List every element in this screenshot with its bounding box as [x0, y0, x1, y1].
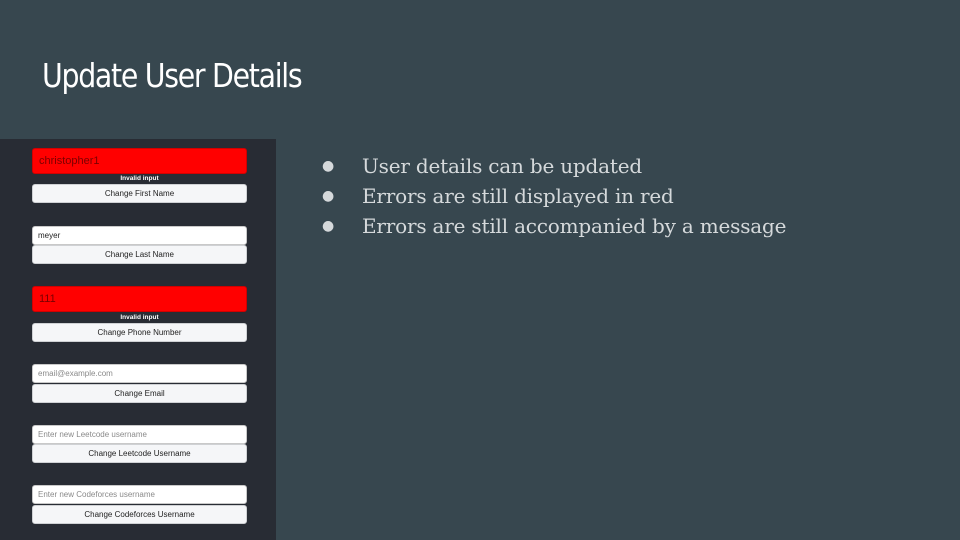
user-details-form-screenshot: Invalid input Change First Name Change L… — [0, 139, 276, 540]
codeforces-username-input[interactable] — [32, 485, 247, 504]
slide-title: Update User Details — [42, 56, 303, 95]
change-codeforces-username-button[interactable]: Change Codeforces Username — [32, 505, 247, 524]
change-leetcode-username-button[interactable]: Change Leetcode Username — [32, 444, 247, 463]
last-name-input[interactable] — [32, 226, 247, 245]
bullet-item: ● User details can be updated — [322, 154, 786, 184]
change-first-name-button[interactable]: Change First Name — [32, 184, 247, 203]
bullet-dot-icon: ● — [322, 158, 335, 174]
bullet-text: User details can be updated — [362, 154, 642, 178]
bullet-item: ● Errors are still accompanied by a mess… — [322, 214, 786, 244]
first-name-error-message: Invalid input — [120, 175, 159, 182]
bullet-text: Errors are still accompanied by a messag… — [362, 214, 787, 238]
email-input[interactable] — [32, 364, 247, 383]
bullet-dot-icon: ● — [322, 218, 335, 234]
bullet-list: ● User details can be updated ● Errors a… — [322, 154, 786, 244]
phone-number-input[interactable] — [32, 286, 247, 312]
bullet-item: ● Errors are still displayed in red — [322, 184, 786, 214]
leetcode-username-input[interactable] — [32, 425, 247, 444]
change-last-name-button[interactable]: Change Last Name — [32, 245, 247, 264]
bullet-dot-icon: ● — [322, 188, 335, 204]
first-name-input[interactable] — [32, 148, 247, 174]
bullet-text: Errors are still displayed in red — [362, 184, 674, 208]
phone-number-error-message: Invalid input — [120, 314, 159, 321]
change-email-button[interactable]: Change Email — [32, 384, 247, 403]
change-phone-number-button[interactable]: Change Phone Number — [32, 323, 247, 342]
